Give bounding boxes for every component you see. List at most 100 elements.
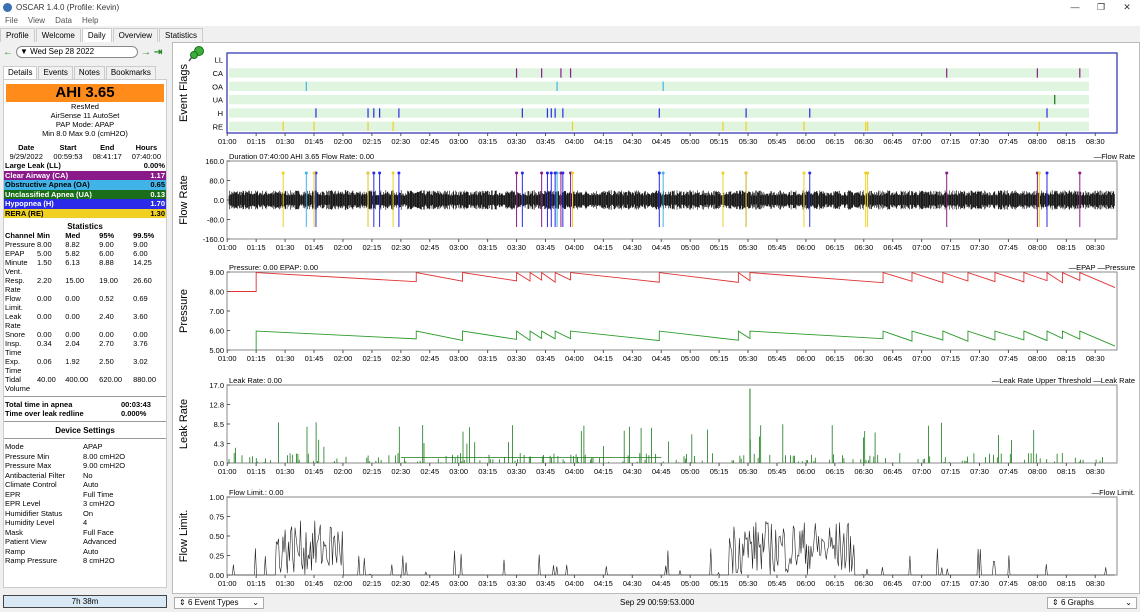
y-tick-label: 12.8 [209, 401, 224, 410]
stats-cell: Leak Rate [5, 312, 22, 330]
tab-bookmarks[interactable]: Bookmarks [105, 66, 156, 79]
tab-overview[interactable]: Overview [112, 28, 159, 42]
x-tick-label: 03:15 [478, 467, 497, 476]
device-setting-row: Patient View Advanced [4, 537, 166, 547]
stats-row: Tidal Volume 40.00 400.00 620.00 880.00 [4, 375, 166, 393]
event-types-label: 6 Event Types [187, 598, 239, 607]
setting-label: Humidifier Status [5, 508, 63, 518]
x-tick-label: 02:45 [420, 467, 439, 476]
setting-label: Humidity Level [5, 518, 55, 527]
latest-day-icon[interactable]: ⇥ [154, 47, 162, 58]
menu-file[interactable]: File [0, 16, 23, 25]
total-value: 0.000% [120, 409, 147, 418]
event-label: Large Leak (LL) [5, 161, 61, 170]
x-tick-label: 06:45 [883, 467, 902, 476]
stats-cell: Flow Limit. [5, 294, 23, 312]
x-tick-label: 05:15 [710, 579, 729, 588]
session-header: End [100, 143, 115, 152]
tab-events[interactable]: Events [38, 66, 73, 79]
x-tick-label: 04:00 [565, 243, 584, 252]
back-arrow-icon[interactable]: ← [3, 47, 13, 58]
x-tick-label: 04:15 [594, 137, 613, 146]
stats-cell: 0.00 [65, 312, 80, 321]
axis-label: Pressure [178, 289, 190, 333]
divider [4, 421, 166, 422]
axis-label: Event Flags [178, 63, 190, 122]
x-tick-label: 03:15 [478, 137, 497, 146]
x-tick-label: 08:15 [1057, 354, 1076, 363]
y-tick-label: 4.3 [214, 440, 224, 449]
event-types-dropdown[interactable]: ⇕ 6 Event Types ⌄ [174, 597, 264, 609]
x-tick-label: 02:00 [334, 579, 353, 588]
stats-cell: 1.92 [65, 357, 80, 366]
tab-daily[interactable]: Daily [81, 28, 112, 42]
x-tick-label: 01:45 [305, 579, 324, 588]
x-tick-label: 01:30 [276, 137, 295, 146]
session-cell: 07:40:00 [131, 152, 161, 161]
x-tick-label: 04:45 [652, 243, 671, 252]
tab-statistics[interactable]: Statistics [159, 28, 204, 42]
details-pane[interactable]: AHI 3.65 ResMed AirSense 11 AutoSet PAP … [3, 79, 167, 588]
x-tick-label: 01:30 [276, 243, 295, 252]
tab-details[interactable]: Details [3, 66, 38, 79]
menu-help[interactable]: Help [77, 16, 103, 25]
x-tick-label: 03:45 [536, 243, 555, 252]
event-overlay-dot [744, 171, 748, 175]
minimize-icon[interactable]: — [1062, 0, 1088, 14]
stats-cell: 40.00 [37, 375, 56, 384]
menu-data[interactable]: Data [50, 16, 77, 25]
y-tick-label: 8.5 [214, 420, 224, 429]
tab-notes[interactable]: Notes [73, 66, 105, 79]
x-tick-label: 06:00 [797, 243, 816, 252]
graph-area[interactable]: Event Flags 01:00 01:15 01:30 01:45 02:00 02:1… [172, 42, 1140, 594]
device-setting-row: Pressure Min 8.00 cmH2O [4, 452, 166, 462]
event-overlay-dot [1045, 171, 1049, 175]
stats-cell: Minute Vent. [5, 258, 28, 276]
x-tick-label: 07:15 [941, 137, 960, 146]
x-tick-label: 07:00 [912, 467, 931, 476]
y-tick-label: 0.0 [214, 196, 224, 205]
y-tick-label: -160.0 [203, 235, 224, 244]
stats-cell: 5.00 [37, 249, 52, 258]
x-tick-label: 02:45 [420, 243, 439, 252]
event-lane-label: CA [213, 69, 223, 78]
stats-cell: 0.00 [37, 330, 52, 339]
x-tick-label: 03:45 [536, 579, 555, 588]
pressure-range: Min 8.0 Max 9.0 (cmH2O) [42, 129, 128, 138]
setting-value: 3 cmH2O [83, 499, 115, 508]
x-tick-label: 07:15 [941, 579, 960, 588]
stats-cell: 1.50 [37, 258, 52, 267]
date-picker[interactable]: ▼ Wed Sep 28 2022 [16, 46, 138, 58]
divider [4, 438, 166, 439]
ahi-banner: AHI 3.65 [6, 84, 164, 102]
graph-panel-event-flags: Event Flags 01:00 01:15 01:30 01:45 02:00 02:1… [178, 52, 1118, 146]
x-tick-label: 03:00 [449, 467, 468, 476]
y-tick-label: 0.75 [209, 513, 224, 522]
graphs-dropdown[interactable]: ⇕ 6 Graphs ⌄ [1047, 597, 1137, 609]
event-overlay-dot [802, 171, 806, 175]
tab-profile[interactable]: Profile [0, 28, 35, 42]
graph-panel-flow-limit-: Flow Limit. 01:00 01:15 01:30 01:45 02:00 02:1… [178, 488, 1135, 588]
x-tick-label: 05:45 [768, 243, 787, 252]
x-tick-label: 05:15 [710, 467, 729, 476]
x-tick-label: 07:30 [970, 579, 989, 588]
y-tick-label: 9.00 [209, 268, 224, 277]
x-tick-label: 08:00 [1028, 137, 1047, 146]
stats-cell: 0.00 [37, 312, 52, 321]
charts-svg[interactable]: Event Flags 01:00 01:15 01:30 01:45 02:00 02:1… [173, 43, 1139, 593]
stats-cell: 0.34 [37, 339, 52, 348]
close-icon[interactable]: ✕ [1114, 0, 1140, 14]
tab-welcome[interactable]: Welcome [35, 28, 81, 42]
x-tick-label: 02:45 [420, 354, 439, 363]
x-tick-label: 06:15 [825, 243, 844, 252]
stats-cell: 0.06 [37, 357, 52, 366]
stats-cell: 3.60 [133, 312, 148, 321]
x-tick-label: 03:30 [507, 354, 526, 363]
graph-header: Leak Rate: 0.00 [229, 376, 282, 385]
menu-view[interactable]: View [23, 16, 50, 25]
maximize-icon[interactable]: ❐ [1088, 0, 1114, 14]
x-tick-label: 02:15 [363, 354, 382, 363]
window-controls: — ❐ ✕ [1062, 0, 1140, 14]
forward-arrow-icon[interactable]: → [141, 47, 151, 58]
pin-icon[interactable] [188, 46, 206, 62]
